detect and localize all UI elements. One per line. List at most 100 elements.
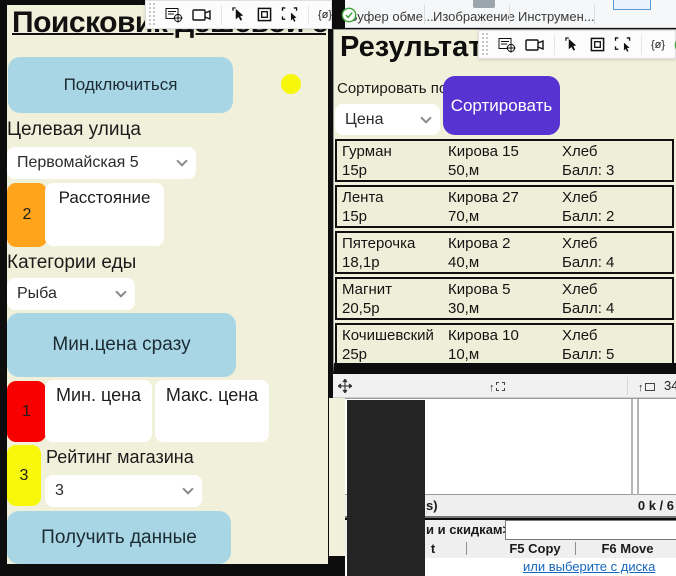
chevron-down-icon	[176, 155, 188, 167]
tab-image[interactable]: Изображение	[433, 9, 515, 24]
capture-statusbar: ↑ ↑ 34	[333, 374, 676, 398]
street-label: Целевая улица	[7, 119, 141, 140]
move-button[interactable]: F6 Move	[585, 541, 670, 556]
ribbon-separator	[509, 5, 510, 24]
selection-size-icon[interactable]: ↑	[638, 378, 655, 396]
result-row: Гурман 15р Кирова 15 50,м Хлеб Балл: 3	[335, 139, 674, 182]
rating-select-value: 3	[55, 482, 64, 499]
distance: 30,м	[448, 300, 480, 317]
price: 15р	[342, 162, 368, 179]
button-separator	[575, 542, 576, 555]
chevron-down-icon	[420, 111, 432, 124]
tab-tools[interactable]: Инструмен...	[518, 9, 595, 24]
screen: Поисковик дешевой еды Подключиться Целев…	[0, 0, 676, 576]
price: 18,1р	[342, 254, 380, 271]
selection-size-value: 34	[664, 378, 676, 393]
capture-toolbar: {ø}	[145, 0, 357, 29]
category-select[interactable]: Рыба	[7, 278, 135, 310]
region-capture-icon[interactable]	[590, 37, 605, 52]
toolbar-separator	[641, 34, 642, 55]
cursor-capture-icon[interactable]	[564, 37, 581, 52]
rating-select[interactable]: 3	[45, 475, 202, 507]
product: Хлеб	[562, 281, 598, 298]
address: Кирова 15	[448, 143, 519, 160]
chevron-down-icon	[182, 483, 194, 495]
screen-record-icon[interactable]	[192, 8, 212, 22]
tab-clipboard[interactable]: Буфер обме...	[349, 9, 434, 24]
result-row: Магнит 20,5р Кирова 5 30,м Хлеб Балл: 4	[335, 277, 674, 320]
rating-label: Рейтинг магазина	[46, 447, 194, 467]
distance: 10,м	[448, 346, 480, 363]
score: Балл: 5	[562, 346, 615, 363]
sort-button[interactable]: Сортировать	[443, 76, 560, 135]
confirm-check-icon[interactable]	[341, 7, 357, 23]
choose-from-disk-link[interactable]: или выберите с диска	[523, 559, 655, 574]
copy-button[interactable]: F5 Copy	[490, 541, 580, 556]
move-selection-icon[interactable]	[336, 377, 354, 398]
edit-button[interactable]: t	[423, 541, 443, 556]
bytes-count-text: 0 k / 6	[637, 498, 674, 513]
badge-distance: 2	[7, 183, 47, 247]
price: 15р	[342, 208, 368, 225]
results-panel: Результаты Сортировать по Цена Сортирова…	[333, 29, 676, 374]
ribbon-separator	[594, 5, 595, 24]
price: 20,5р	[342, 300, 380, 317]
screen-record-icon[interactable]	[525, 38, 545, 52]
panel-divider[interactable]	[631, 399, 639, 495]
sort-by-label: Сортировать по	[337, 80, 448, 97]
address: Кирова 2	[448, 235, 511, 252]
result-row: Кочишевский 25р Кирова 10 10,м Хлеб Балл: 5	[335, 323, 674, 363]
product: Хлеб	[562, 189, 598, 206]
product: Хлеб	[562, 327, 598, 344]
store-name: Гурман	[342, 143, 392, 160]
address: Кирова 5	[448, 281, 511, 298]
price: 25р	[342, 346, 368, 363]
category-label: Категории еды	[7, 252, 137, 273]
distance: 70,м	[448, 208, 480, 225]
capture-toolbar: {ø} <	[478, 30, 676, 59]
street-select[interactable]: Первомайская 5	[7, 147, 196, 179]
badge-price: 1	[7, 381, 46, 442]
toolbar-separator	[554, 34, 555, 55]
get-data-button[interactable]: Получить данные	[7, 511, 231, 564]
store-name: Пятерочка	[342, 235, 416, 252]
drag-grip-icon[interactable]	[148, 2, 156, 27]
score: Балл: 4	[562, 254, 615, 271]
store-name: Лента	[342, 189, 384, 206]
min-price-now-button[interactable]: Мин.цена сразу	[7, 313, 236, 377]
result-row: Пятерочка 18,1р Кирова 2 40,м Хлеб Балл: 4	[335, 231, 674, 274]
toolbar-separator	[221, 4, 222, 25]
window-capture-icon[interactable]	[165, 7, 183, 23]
connect-button[interactable]: Подключиться	[8, 57, 233, 113]
product: Хлеб	[562, 235, 598, 252]
last-region-icon[interactable]	[281, 7, 299, 22]
store-name: Магнит	[342, 281, 393, 298]
command-input[interactable]	[505, 520, 676, 540]
ribbon-separator	[424, 5, 425, 24]
product: Хлеб	[562, 143, 598, 160]
last-region-icon[interactable]	[614, 37, 632, 52]
min-price-field[interactable]: Мин. цена	[45, 380, 152, 442]
drag-grip-icon[interactable]	[481, 32, 489, 57]
window-capture-icon[interactable]	[498, 37, 516, 53]
max-price-field[interactable]: Макс. цена	[155, 380, 269, 442]
distance: 50,м	[448, 162, 480, 179]
address: Кирова 27	[448, 189, 519, 206]
distance-field[interactable]: Расстояние	[45, 183, 164, 246]
ocr-braces-icon[interactable]: {ø}	[651, 39, 665, 51]
address: Кирова 10	[448, 327, 519, 344]
ribbon-selected-tool-icon	[613, 0, 651, 10]
cursor-capture-icon[interactable]	[231, 7, 248, 22]
chevron-down-icon	[115, 286, 127, 298]
sort-select-value: Цена	[345, 110, 384, 128]
score: Балл: 4	[562, 300, 615, 317]
ocr-braces-icon[interactable]: {ø}	[318, 9, 332, 21]
editor-ribbon: Буфер обме... Изображение Инструмен...	[345, 0, 676, 28]
score: Балл: 3	[562, 162, 615, 179]
statusbar-separator	[627, 377, 628, 395]
ribbon-partial-icon	[473, 0, 495, 8]
sort-select[interactable]: Цена	[335, 104, 440, 135]
food-search-window-edge	[329, 398, 345, 556]
region-capture-icon[interactable]	[257, 7, 272, 22]
resize-selection-icon[interactable]: ↑	[489, 378, 505, 396]
